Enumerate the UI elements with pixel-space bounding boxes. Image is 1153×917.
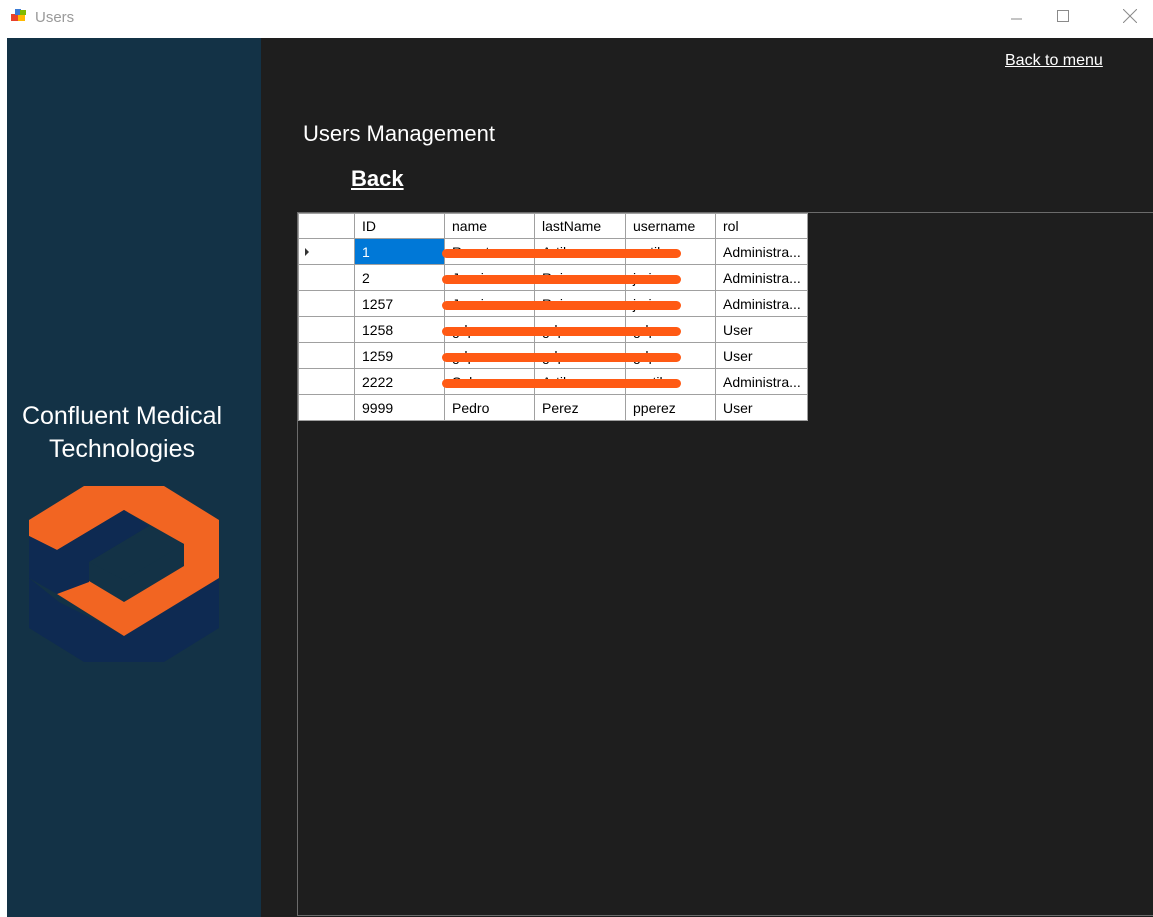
company-logo [29,486,219,662]
window-title: Users [35,9,75,26]
company-name: Confluent Medical Technologies [7,400,237,466]
grid-corner-cell[interactable] [298,213,355,239]
redaction-mark [441,248,681,258]
users-window: Users Confluent Medical Technologies Bac… [0,0,1153,917]
column-header-name[interactable]: name [444,213,535,239]
cell-rol[interactable]: User [715,342,808,369]
back-to-menu-link[interactable]: Back to menu [1005,52,1103,70]
cell-name[interactable]: Pedro [444,394,535,421]
row-header[interactable] [298,394,355,421]
main-panel: Back to menu Users Management Back ID na… [261,38,1153,917]
app-icon [11,9,26,21]
cell-id[interactable]: 2 [354,264,445,291]
close-icon [1123,9,1137,23]
cell-rol[interactable]: Administra... [715,290,808,317]
column-header-rol[interactable]: rol [715,213,808,239]
cell-rol[interactable]: User [715,316,808,343]
cell-id[interactable]: 9999 [354,394,445,421]
redaction-mark [441,274,681,284]
cell-id[interactable]: 1257 [354,290,445,317]
current-row-arrow-icon [305,248,309,256]
row-header[interactable] [298,290,355,317]
row-header[interactable] [298,264,355,291]
minimize-icon [1011,18,1022,20]
cell-rol[interactable]: Administra... [715,368,808,395]
redaction-mark [441,326,681,336]
users-table: ID name lastName username rol 1RenatoArt… [298,213,808,421]
cell-rol[interactable]: Administra... [715,238,808,265]
title-bar: Users [0,0,1153,37]
grid-header-row: ID name lastName username rol [298,213,808,239]
column-header-username[interactable]: username [625,213,716,239]
cell-id[interactable]: 1258 [354,316,445,343]
company-name-line1: Confluent Medical [21,402,223,430]
cell-username[interactable]: pperez [625,394,716,421]
cell-id[interactable]: 1259 [354,342,445,369]
column-header-lastname[interactable]: lastName [534,213,626,239]
cell-id[interactable]: 2222 [354,368,445,395]
cell-lastname[interactable]: Perez [534,394,626,421]
maximize-icon [1057,10,1069,22]
page-title: Users Management [303,121,495,146]
row-header[interactable] [298,342,355,369]
row-header[interactable] [298,316,355,343]
cell-rol[interactable]: User [715,394,808,421]
row-header[interactable] [298,238,355,265]
minimize-button[interactable] [994,0,1040,32]
cell-rol[interactable]: Administra... [715,264,808,291]
maximize-button[interactable] [1040,0,1086,32]
sidebar: Confluent Medical Technologies [7,38,261,917]
redaction-mark [441,378,681,388]
company-name-line2: Technologies [49,435,195,463]
column-header-id[interactable]: ID [354,213,445,239]
table-row[interactable]: 9999 Pedro Perez pperez User [298,394,808,421]
users-grid[interactable]: ID name lastName username rol 1RenatoArt… [297,212,1153,916]
back-link[interactable]: Back [351,166,404,192]
cell-id[interactable]: 1 [354,238,445,265]
close-button[interactable] [1107,0,1153,32]
redaction-mark [441,352,681,362]
row-header[interactable] [298,368,355,395]
redaction-mark [441,300,681,310]
